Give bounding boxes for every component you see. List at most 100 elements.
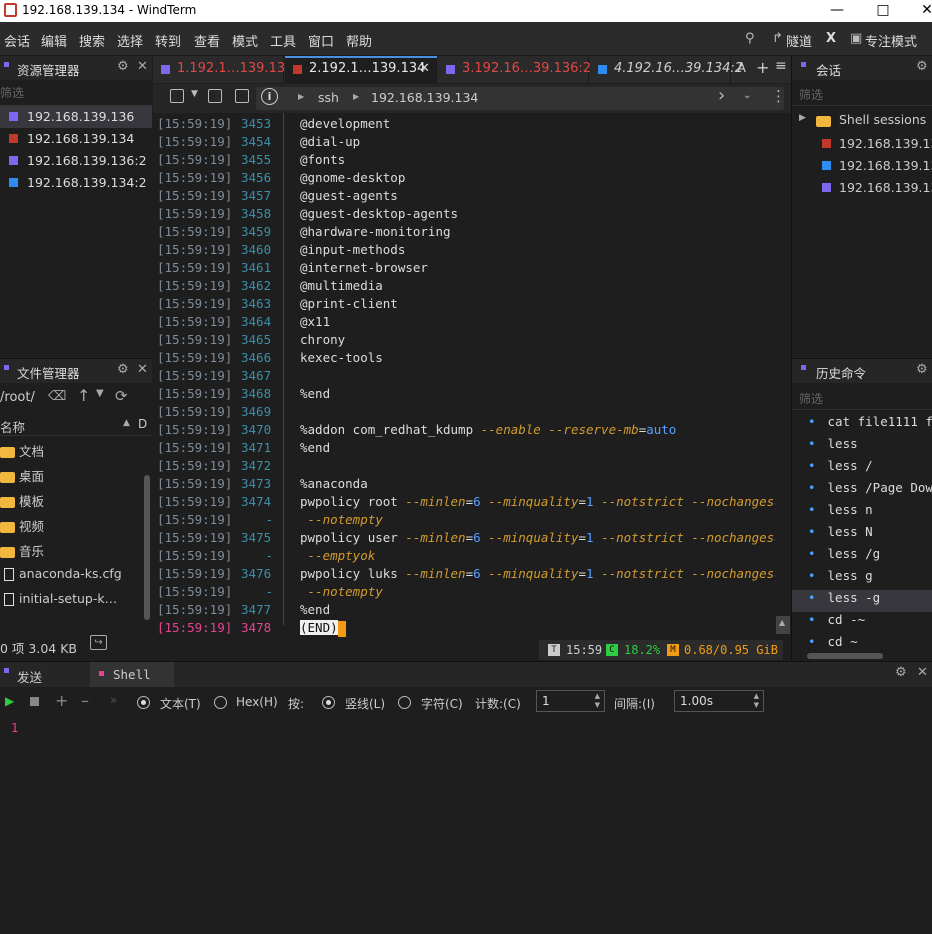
- refresh-icon[interactable]: ⟳: [115, 387, 128, 405]
- tunnel-button[interactable]: 隧道: [786, 31, 812, 50]
- file-entry[interactable]: 音乐: [0, 537, 145, 561]
- file-entry[interactable]: 桌面: [0, 462, 145, 486]
- file-entry[interactable]: anaconda-ks.cfg: [0, 562, 145, 586]
- history-item-label[interactable]: less: [828, 436, 858, 451]
- resource-item-label[interactable]: 192.168.139.134: [27, 131, 134, 146]
- char-mode-radio[interactable]: [398, 695, 411, 710]
- file-entry[interactable]: initial-setup-k…: [0, 587, 145, 611]
- maximize-button[interactable]: □: [860, 0, 906, 22]
- close-icon[interactable]: ✕: [917, 665, 928, 680]
- tab-label[interactable]: 4.192.16…39.134:2: [614, 56, 743, 82]
- file-entry[interactable]: 文档: [0, 437, 145, 461]
- gear-icon[interactable]: ⚙: [916, 362, 928, 377]
- history-item-label[interactable]: cd -~: [828, 612, 866, 627]
- menu-search[interactable]: 搜索: [79, 31, 105, 50]
- resource-item[interactable]: 192.168.139.136:2: [0, 150, 150, 172]
- session-item[interactable]: 192.168.139.13: [792, 133, 932, 155]
- remove-icon[interactable]: –: [81, 691, 89, 710]
- play-icon[interactable]: ▶: [5, 694, 14, 708]
- history-item[interactable]: • less N: [808, 524, 932, 539]
- char-mode-label[interactable]: 字符(C): [421, 695, 463, 712]
- history-item[interactable]: • less /g: [808, 546, 932, 561]
- line-mode-label[interactable]: 竖线(L): [345, 695, 385, 712]
- file-entry-label[interactable]: 桌面: [19, 466, 44, 485]
- go-forward-icon[interactable]: ›: [718, 85, 725, 106]
- history-item[interactable]: • less g: [808, 568, 932, 583]
- path-input[interactable]: /root/: [0, 390, 35, 405]
- session-group[interactable]: Shell sessions: [839, 112, 926, 127]
- resource-item[interactable]: 192.168.139.136: [0, 106, 150, 128]
- history-filter-input[interactable]: 筛选: [799, 390, 823, 407]
- tab-shell[interactable]: Shell: [113, 667, 151, 682]
- file-entry[interactable]: 模板: [0, 487, 145, 511]
- history-item[interactable]: • less /: [808, 458, 932, 473]
- file-entry[interactable]: 视频: [0, 512, 145, 536]
- column-d[interactable]: D: [138, 417, 147, 431]
- session-item-label[interactable]: 192.168.139.13: [839, 136, 932, 151]
- history-item[interactable]: • cat file1111 fil: [808, 414, 932, 429]
- hex-mode-label[interactable]: Hex(H): [236, 695, 278, 709]
- duplicate-session-icon[interactable]: [235, 89, 249, 103]
- history-item[interactable]: • less: [808, 436, 932, 451]
- text-mode-radio[interactable]: [137, 695, 150, 710]
- resource-item[interactable]: 192.168.139.134: [0, 128, 150, 150]
- line-mode-radio[interactable]: [322, 695, 335, 710]
- sessions-filter-input[interactable]: 筛选: [799, 86, 823, 103]
- text-mode-label[interactable]: 文本(T): [160, 695, 201, 712]
- stepper-arrows-icon[interactable]: ▲ ▼: [595, 692, 600, 710]
- history-item[interactable]: • less n: [808, 502, 932, 517]
- info-icon[interactable]: i: [261, 88, 278, 105]
- column-name[interactable]: 名称: [0, 417, 25, 436]
- resource-item[interactable]: 192.168.139.134:2: [0, 172, 150, 194]
- expand-arrow-icon[interactable]: ▶: [799, 113, 806, 123]
- focus-icon[interactable]: ▣: [850, 31, 862, 46]
- menu-edit[interactable]: 编辑: [41, 31, 67, 50]
- history-item-label[interactable]: less /: [828, 458, 873, 473]
- history-item[interactable]: • cd -~: [808, 612, 932, 627]
- address-host[interactable]: 192.168.139.134: [371, 90, 478, 105]
- x-button[interactable]: X: [826, 31, 836, 46]
- history-item-label[interactable]: less N: [828, 524, 873, 539]
- history-item-label[interactable]: less /Page Down: [828, 480, 932, 495]
- session-item[interactable]: 192.168.139.13: [792, 177, 932, 199]
- file-entry-label[interactable]: 音乐: [19, 541, 44, 560]
- stepper-arrows-icon[interactable]: ▲ ▼: [754, 692, 759, 710]
- history-item-label[interactable]: less /g: [828, 546, 881, 561]
- history-item[interactable]: • cd ~: [808, 634, 932, 649]
- resource-item-label[interactable]: 192.168.139.136: [27, 109, 134, 124]
- history-item-label[interactable]: less -g: [828, 590, 881, 605]
- close-button[interactable]: ✕: [904, 0, 932, 22]
- gear-icon[interactable]: ⚙: [117, 59, 129, 74]
- resource-filter-input[interactable]: 筛选: [0, 84, 24, 101]
- open-folder-icon[interactable]: ↪: [90, 635, 107, 650]
- tunnel-icon[interactable]: ↱: [772, 31, 783, 46]
- count-stepper[interactable]: 1 ▲ ▼: [536, 690, 605, 712]
- history-item[interactable]: • less -g: [808, 590, 932, 605]
- menu-tools[interactable]: 工具: [270, 31, 296, 50]
- menu-select[interactable]: 选择: [117, 31, 143, 50]
- file-entry-label[interactable]: initial-setup-k…: [19, 591, 117, 606]
- tab-overflow[interactable]: A: [737, 61, 746, 76]
- tab-4[interactable]: 4.192.16…39.134:2: [590, 56, 743, 83]
- search-icon[interactable]: ⚲: [745, 31, 755, 46]
- file-entry-label[interactable]: anaconda-ks.cfg: [19, 566, 122, 581]
- file-scrollbar[interactable]: [144, 475, 150, 620]
- menu-window[interactable]: 窗口: [308, 31, 334, 50]
- history-item-label[interactable]: less g: [828, 568, 873, 583]
- close-session-icon[interactable]: [208, 89, 222, 103]
- up-arrow-icon[interactable]: ↑: [77, 386, 90, 405]
- gear-icon[interactable]: ⚙: [117, 362, 129, 377]
- history-item-label[interactable]: less n: [828, 502, 873, 517]
- interval-value[interactable]: 1.00s: [680, 694, 713, 708]
- new-tab-button[interactable]: +: [756, 58, 769, 77]
- tab-close-icon[interactable]: ✕: [419, 56, 430, 82]
- gear-icon[interactable]: ⚙: [895, 665, 907, 680]
- menu-view[interactable]: 查看: [194, 31, 220, 50]
- menu-mode[interactable]: 模式: [232, 31, 258, 50]
- close-icon[interactable]: ✕: [137, 362, 148, 377]
- interval-stepper[interactable]: 1.00s ▲ ▼: [674, 690, 764, 712]
- close-icon[interactable]: ✕: [137, 59, 148, 74]
- clear-icon[interactable]: ⌫: [48, 389, 66, 404]
- chevron-down-icon[interactable]: ▼: [191, 89, 198, 99]
- tab-2[interactable]: 2.192.1…139.134 ✕: [285, 56, 437, 83]
